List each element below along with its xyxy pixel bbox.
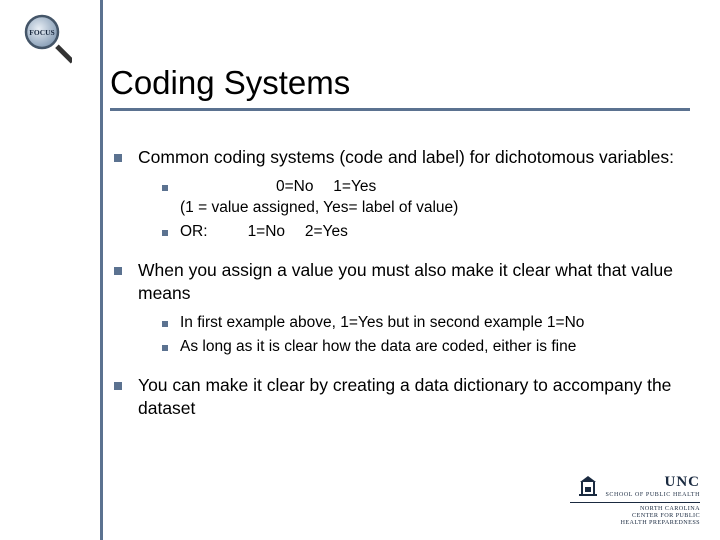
- unc-school-text: SCHOOL OF PUBLIC HEALTH: [605, 492, 700, 499]
- title-area: Coding Systems: [110, 64, 690, 111]
- logo-divider: [570, 502, 700, 503]
- slide: FOCUS Coding Systems Common coding syste…: [0, 0, 720, 540]
- bullet-3: You can make it clear by creating a data…: [112, 374, 684, 420]
- bullet-1: Common coding systems (code and label) f…: [112, 146, 684, 243]
- bullet-2-sub-1: In first example above, 1=Yes but in sec…: [160, 313, 684, 334]
- unc-center-line1: NORTH CAROLINA: [570, 505, 700, 512]
- title-underline: [110, 108, 690, 111]
- bullet-2-text: When you assign a value you must also ma…: [138, 260, 673, 303]
- page-title: Coding Systems: [110, 64, 690, 102]
- unc-center-line2: CENTER FOR PUBLIC: [570, 512, 700, 519]
- bullet-1-sub-1: 0=No 1=Yes (1 = value assigned, Yes= lab…: [160, 177, 684, 219]
- bullet-1-sub-2: OR: 1=No 2=Yes: [160, 222, 684, 243]
- vertical-divider: [100, 0, 103, 540]
- old-well-icon: [577, 475, 599, 499]
- bullet-1-text: Common coding systems (code and label) f…: [138, 147, 674, 167]
- bullet-1-sub-2-prefix: OR:: [180, 223, 208, 240]
- bullet-2: When you assign a value you must also ma…: [112, 259, 684, 358]
- bullet-2-sub-2: As long as it is clear how the data are …: [160, 337, 684, 358]
- bullet-1-sub-1-line2: (1 = value assigned, Yes= label of value…: [180, 199, 458, 216]
- unc-logo: UNC SCHOOL OF PUBLIC HEALTH NORTH CAROLI…: [570, 474, 700, 526]
- focus-logo-icon: FOCUS: [20, 12, 72, 64]
- bullet-1-sub-2-rest: 1=No 2=Yes: [248, 223, 348, 240]
- svg-text:FOCUS: FOCUS: [29, 28, 54, 37]
- unc-center-line3: HEALTH PREPAREDNESS: [570, 519, 700, 526]
- bullet-3-text: You can make it clear by creating a data…: [138, 375, 671, 418]
- content-area: Common coding systems (code and label) f…: [112, 146, 684, 436]
- bullet-1-sub-1-line1: 0=No 1=Yes: [180, 177, 376, 198]
- unc-logo-text: UNC: [605, 474, 700, 491]
